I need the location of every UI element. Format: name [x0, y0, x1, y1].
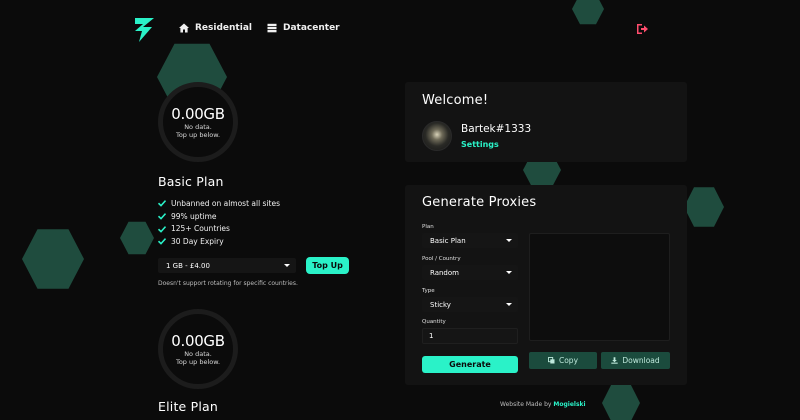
- basic-plan-features: Unbanned on almost all sites 99% uptime …: [158, 197, 280, 248]
- welcome-title: Welcome!: [422, 93, 489, 108]
- feature-item: Unbanned on almost all sites: [158, 197, 280, 210]
- check-icon: [158, 238, 166, 246]
- select-value: Basic Plan: [430, 236, 466, 245]
- decorative-hexagon: [684, 187, 724, 227]
- logout-icon[interactable]: [635, 22, 649, 36]
- feature-item: 99% uptime: [158, 210, 280, 223]
- nav-datacenter-label: Datacenter: [283, 23, 340, 33]
- usage-note-line1: No data.: [184, 350, 212, 358]
- decorative-hexagon: [22, 229, 84, 289]
- copy-button[interactable]: Copy: [529, 352, 597, 369]
- select-value: 1 GB - £4.00: [166, 261, 210, 270]
- feature-text: 125+ Countries: [171, 224, 230, 234]
- feature-text: 99% uptime: [171, 211, 217, 221]
- proxy-output-textarea[interactable]: [529, 233, 670, 341]
- check-icon: [158, 213, 166, 220]
- pool-country-select[interactable]: Random: [422, 265, 518, 280]
- check-icon: [158, 225, 166, 233]
- pool-country-label: Pool / Country: [422, 256, 461, 262]
- select-value: Random: [430, 268, 459, 277]
- home-icon: [179, 23, 189, 33]
- caret-down-icon: [506, 239, 512, 242]
- download-label: Download: [622, 356, 660, 365]
- usage-amount: 0.00GB: [171, 332, 225, 350]
- feature-item: 30 Day Expiry: [158, 235, 280, 248]
- top-up-button[interactable]: Top Up: [306, 257, 349, 274]
- footer-credit: Website Made by Mogielski: [500, 401, 586, 408]
- check-icon: [158, 200, 166, 208]
- type-select[interactable]: Sticky: [422, 297, 518, 312]
- feature-text: Unbanned on almost all sites: [171, 198, 280, 208]
- caret-down-icon: [506, 271, 512, 274]
- usage-note-line1: No data.: [184, 123, 212, 131]
- quantity-label: Quantity: [422, 319, 446, 325]
- caret-down-icon: [284, 264, 290, 267]
- caret-down-icon: [506, 303, 512, 306]
- server-icon: [267, 23, 277, 33]
- settings-link[interactable]: Settings: [461, 140, 499, 149]
- copy-icon: [548, 357, 555, 364]
- basic-plan-usage-ring: 0.00GB No data. Top up below.: [158, 82, 238, 162]
- decorative-hexagon: [120, 221, 154, 255]
- generate-button[interactable]: Generate: [422, 356, 518, 373]
- basic-plan-amount-select[interactable]: 1 GB - £4.00: [158, 258, 296, 273]
- decorative-hexagon: [602, 384, 640, 420]
- nav-residential-label: Residential: [195, 23, 252, 33]
- footer-prefix: Website Made by: [500, 401, 552, 408]
- top-navigation: Residential Datacenter: [0, 0, 800, 60]
- elite-plan-usage-ring: 0.00GB No data. Top up below.: [158, 309, 238, 389]
- feature-item: 125+ Countries: [158, 222, 280, 235]
- type-label: Type: [422, 288, 435, 294]
- nav-datacenter-link[interactable]: Datacenter: [267, 23, 340, 33]
- download-icon: [611, 357, 619, 364]
- select-value: Sticky: [430, 300, 451, 309]
- generate-proxies-title: Generate Proxies: [422, 195, 537, 210]
- footer-author-link[interactable]: Mogielski: [553, 401, 585, 408]
- plan-label: Plan: [422, 224, 434, 230]
- download-button[interactable]: Download: [601, 352, 670, 369]
- feature-text: 30 Day Expiry: [171, 236, 224, 246]
- copy-label: Copy: [558, 356, 579, 365]
- basic-plan-note: Doesn't support rotating for specific co…: [158, 280, 298, 287]
- basic-plan-title: Basic Plan: [158, 174, 224, 189]
- nav-residential-link[interactable]: Residential: [179, 23, 252, 33]
- plan-select[interactable]: Basic Plan: [422, 233, 518, 248]
- lightning-logo-icon[interactable]: [132, 16, 158, 44]
- elite-plan-title: Elite Plan: [158, 399, 219, 414]
- usage-note-line2: Top up below.: [175, 131, 221, 139]
- avatar: [422, 121, 452, 151]
- usage-note-line2: Top up below.: [175, 358, 221, 366]
- usage-amount: 0.00GB: [171, 105, 225, 123]
- quantity-input[interactable]: [422, 328, 518, 344]
- username: Bartek#1333: [461, 123, 532, 135]
